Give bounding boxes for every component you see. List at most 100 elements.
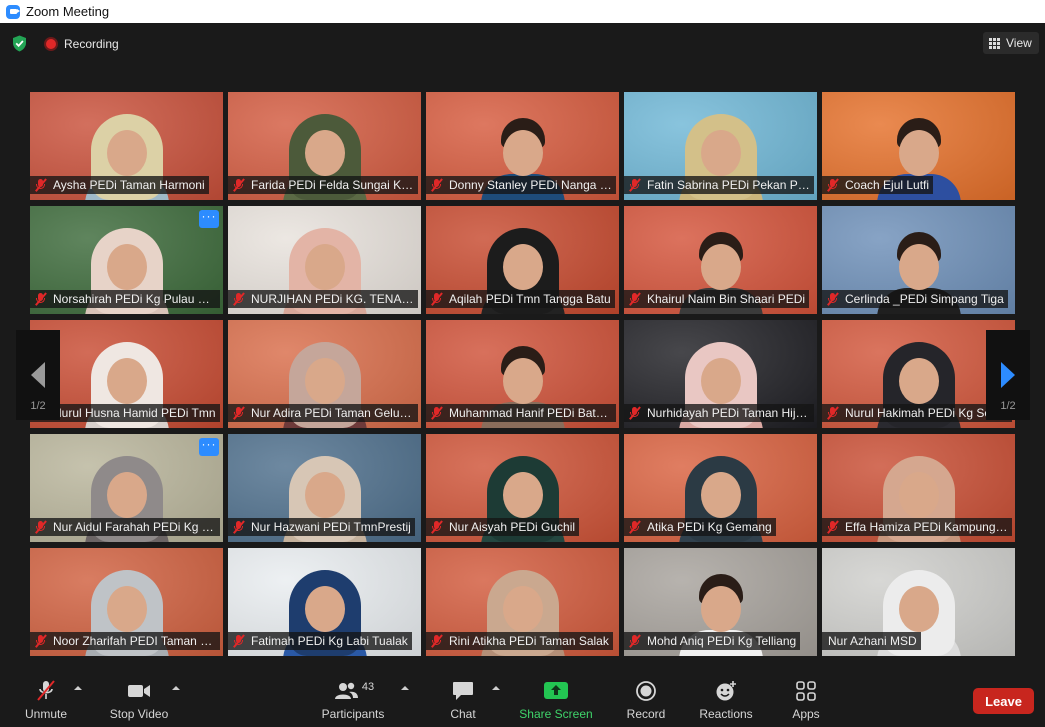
participants-label: Participants xyxy=(321,707,385,721)
more-options-icon[interactable]: ··· xyxy=(199,210,219,228)
arrow-left-icon xyxy=(31,362,45,388)
participant-name-bar: Nur Hazwani PEDi TmnPrestij xyxy=(228,518,415,536)
participant-tile[interactable]: Farida PEDi Felda Sungai Koyan 3 xyxy=(228,92,421,200)
chat-bubble-icon xyxy=(451,680,475,702)
security-shield-icon[interactable] xyxy=(12,35,27,52)
participant-name-bar: Nur Aisyah PEDi Guchil xyxy=(426,518,580,536)
participant-name: Nur Hazwani PEDi TmnPrestij xyxy=(251,520,411,534)
participant-name: Farida PEDi Felda Sungai Koyan 3 xyxy=(251,178,414,192)
participant-tile[interactable]: Nur Azhani MSD xyxy=(822,548,1015,656)
audio-options-caret[interactable] xyxy=(74,686,82,690)
participant-tile[interactable]: ··· Nur Aidul Farahah PEDi Kg Baru xyxy=(30,434,223,542)
participant-tile[interactable]: Nurhidayah PEDi Taman Hijrah xyxy=(624,320,817,428)
share-screen-button[interactable]: Share Screen xyxy=(518,680,594,724)
page-indicator-right: 1/2 xyxy=(1000,400,1016,412)
muted-mic-icon xyxy=(34,292,48,306)
participant-tile[interactable]: Rini Atikha PEDi Taman Salak xyxy=(426,548,619,656)
stop-video-button[interactable]: Stop Video xyxy=(106,680,172,724)
participant-name-bar: Muhammad Hanif PEDi Batu Kikir xyxy=(426,404,616,422)
meeting-controls: Unmute Stop Video 43 Participants Chat S… xyxy=(0,672,1045,727)
participant-name-bar: Coach Ejul Lutfi xyxy=(822,176,934,194)
participant-name: Fatin Sabrina PEDi Pekan Pasir Raja xyxy=(647,178,810,192)
participant-tile[interactable]: NURJIHAN PEDi KG. TENANG xyxy=(228,206,421,314)
record-label: Record xyxy=(626,707,666,721)
muted-mic-icon xyxy=(826,178,840,192)
zoom-window: Zoom Meeting Recording View Aysha PEDi T… xyxy=(0,0,1045,727)
participant-name-bar: Noor Zharifah PEDI Taman Seri xyxy=(30,632,220,650)
participant-tile[interactable]: Fatin Sabrina PEDi Pekan Pasir Raja xyxy=(624,92,817,200)
participant-tile[interactable]: Nur Aisyah PEDi Guchil xyxy=(426,434,619,542)
share-screen-label: Share Screen xyxy=(519,707,593,721)
stop-video-label: Stop Video xyxy=(109,707,169,721)
participant-tile[interactable]: Mohd Aniq PEDi Kg Telliang xyxy=(624,548,817,656)
participant-name: Aqilah PEDi Tmn Tangga Batu xyxy=(449,292,611,306)
participant-name-bar: Khairul Naim Bin Shaari PEDi xyxy=(624,290,810,308)
participant-tile[interactable]: Atika PEDi Kg Gemang xyxy=(624,434,817,542)
participant-name: Coach Ejul Lutfi xyxy=(845,178,930,192)
participant-tile[interactable]: Aysha PEDi Taman Harmoni xyxy=(30,92,223,200)
participant-tile[interactable]: Cerlinda _PEDi Simpang Tiga xyxy=(822,206,1015,314)
participant-name: Fatimah PEDi Kg Labi Tualak xyxy=(251,634,408,648)
participant-name: Atika PEDi Kg Gemang xyxy=(647,520,772,534)
muted-mic-icon xyxy=(430,178,444,192)
muted-microphone-icon xyxy=(34,680,58,702)
participant-tile[interactable]: Donny Stanley PEDi Nanga Merit xyxy=(426,92,619,200)
participant-name-bar: Nur Adira PEDi Taman Gelugor xyxy=(228,404,418,422)
participant-tile[interactable]: Aqilah PEDi Tmn Tangga Batu xyxy=(426,206,619,314)
participant-name-bar: Donny Stanley PEDi Nanga Merit xyxy=(426,176,616,194)
participant-name: Khairul Naim Bin Shaari PEDi xyxy=(647,292,806,306)
previous-page-button[interactable]: 1/2 xyxy=(16,330,60,420)
next-page-button[interactable]: 1/2 xyxy=(986,330,1030,420)
reactions-smiley-icon xyxy=(714,680,738,702)
participant-name: Nurul Hakimah PEDi Kg Serdang xyxy=(845,406,1008,420)
participant-tile[interactable]: Noor Zharifah PEDI Taman Seri xyxy=(30,548,223,656)
participants-options-caret[interactable] xyxy=(401,686,409,690)
participant-name-bar: Nurhidayah PEDi Taman Hijrah xyxy=(624,404,814,422)
participant-tile[interactable]: Effa Hamiza PEDi Kampung Baru xyxy=(822,434,1015,542)
participant-name: Muhammad Hanif PEDi Batu Kikir xyxy=(449,406,612,420)
participant-name: Norsahirah PEDi Kg Pulau Lumpur xyxy=(53,292,216,306)
muted-mic-icon xyxy=(628,406,642,420)
participant-tile[interactable]: Nur Hazwani PEDi TmnPrestij xyxy=(228,434,421,542)
unmute-label: Unmute xyxy=(24,707,68,721)
muted-mic-icon xyxy=(430,520,444,534)
muted-mic-icon xyxy=(34,520,48,534)
muted-mic-icon xyxy=(628,292,642,306)
participant-tile[interactable]: Muhammad Hanif PEDi Batu Kikir xyxy=(426,320,619,428)
unmute-button[interactable]: Unmute xyxy=(22,680,70,724)
participant-name-bar: Farida PEDi Felda Sungai Koyan 3 xyxy=(228,176,418,194)
muted-mic-icon xyxy=(232,634,246,648)
chat-options-caret[interactable] xyxy=(492,686,500,690)
leave-button[interactable]: Leave xyxy=(973,688,1034,714)
page-indicator-left: 1/2 xyxy=(30,400,46,412)
participant-name: NURJIHAN PEDi KG. TENANG xyxy=(251,292,414,306)
participant-name: Nur Adira PEDi Taman Gelugor xyxy=(251,406,414,420)
video-options-caret[interactable] xyxy=(172,686,180,690)
title-bar: Zoom Meeting xyxy=(0,0,1045,23)
apps-button[interactable]: Apps xyxy=(788,680,824,724)
recording-indicator[interactable]: Recording xyxy=(44,36,119,52)
record-button[interactable]: Record xyxy=(624,680,668,724)
more-options-icon[interactable]: ··· xyxy=(199,438,219,456)
participant-name-bar: Fatin Sabrina PEDi Pekan Pasir Raja xyxy=(624,176,814,194)
participant-tile[interactable]: Khairul Naim Bin Shaari PEDi xyxy=(624,206,817,314)
muted-mic-icon xyxy=(826,520,840,534)
muted-mic-icon xyxy=(34,178,48,192)
participants-button[interactable]: 43 Participants xyxy=(320,680,386,724)
muted-mic-icon xyxy=(628,520,642,534)
muted-mic-icon xyxy=(430,406,444,420)
apps-icon xyxy=(795,680,817,702)
participant-name: Nur Aidul Farahah PEDi Kg Baru xyxy=(53,520,216,534)
participant-tile[interactable]: Fatimah PEDi Kg Labi Tualak xyxy=(228,548,421,656)
record-icon xyxy=(635,680,657,702)
chat-button[interactable]: Chat xyxy=(446,680,480,724)
participant-tile[interactable]: Nur Adira PEDi Taman Gelugor xyxy=(228,320,421,428)
participant-name: Effa Hamiza PEDi Kampung Baru xyxy=(845,520,1008,534)
view-button[interactable]: View xyxy=(983,32,1039,54)
reactions-button[interactable]: Reactions xyxy=(698,680,754,724)
participant-name-bar: Nur Azhani MSD xyxy=(822,632,921,650)
participant-name: Mohd Aniq PEDi Kg Telliang xyxy=(647,634,797,648)
participant-name: Nur Azhani MSD xyxy=(828,634,917,648)
participant-tile[interactable]: ··· Norsahirah PEDi Kg Pulau Lumpur xyxy=(30,206,223,314)
participant-tile[interactable]: Coach Ejul Lutfi xyxy=(822,92,1015,200)
